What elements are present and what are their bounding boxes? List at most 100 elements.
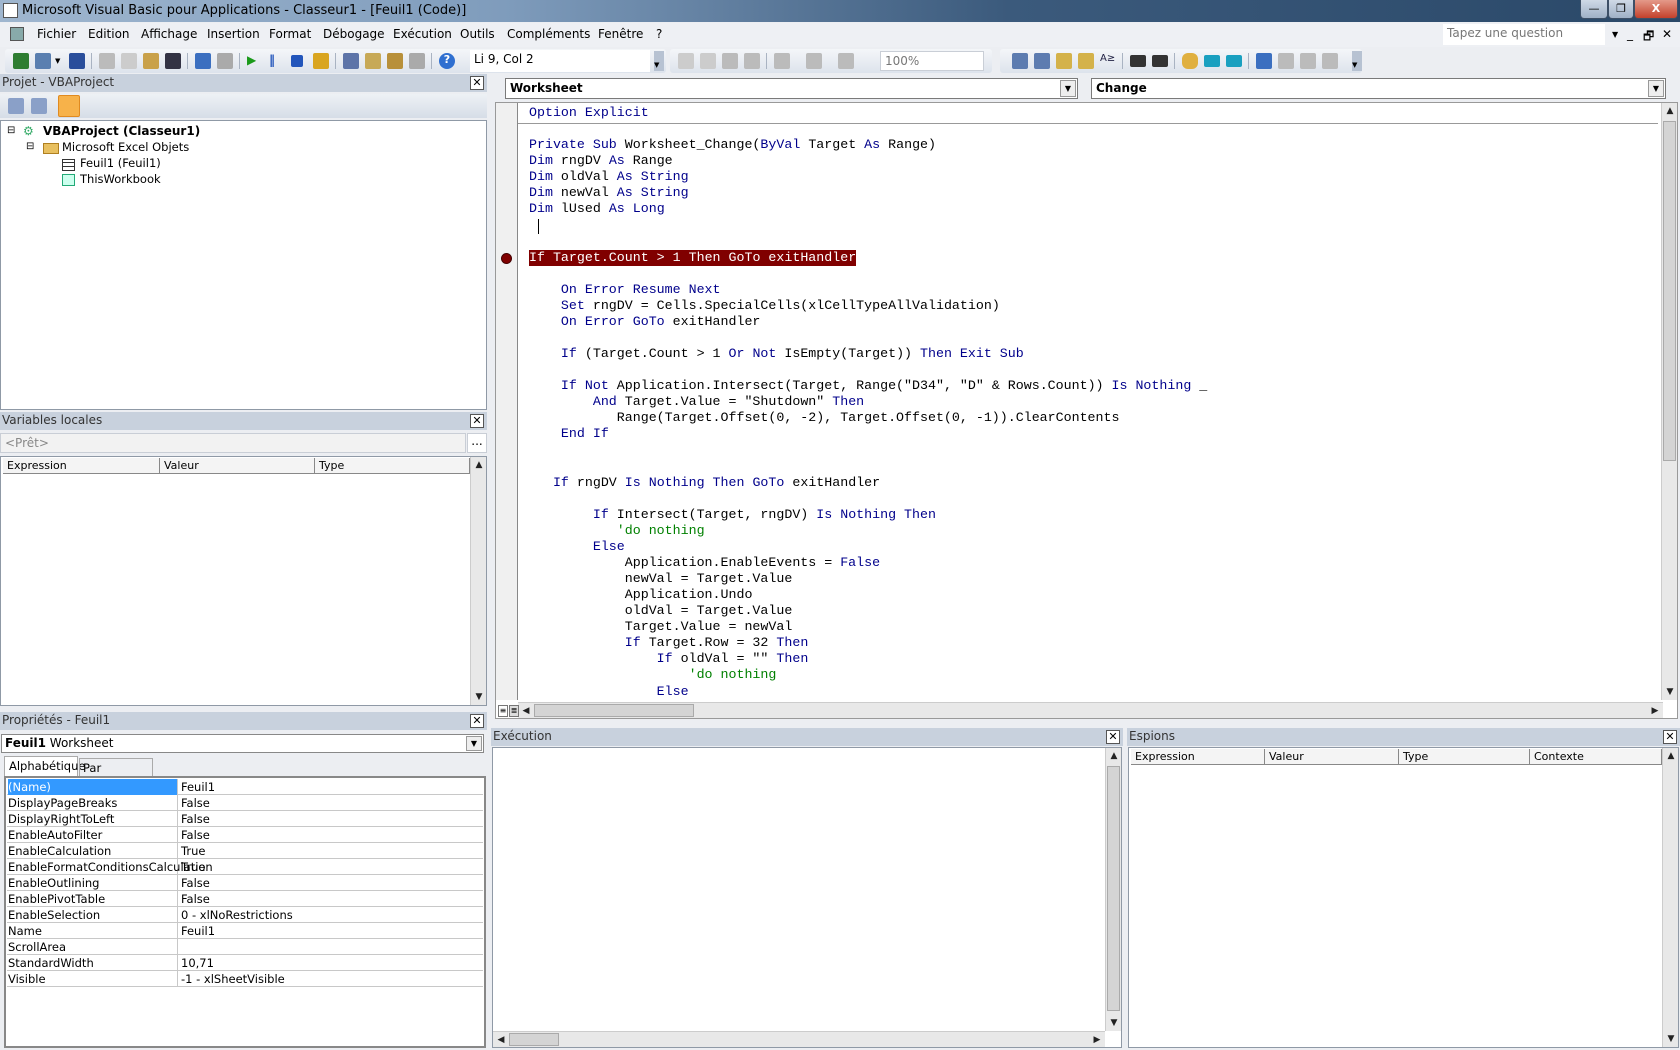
property-row[interactable]: EnableFormatConditionsCalculation True [7,859,483,875]
redo-icon[interactable] [217,53,233,69]
code-line[interactable]: If Not Application.Intersect(Target, Ran… [529,378,1207,394]
scroll-up-icon[interactable]: ▲ [1662,103,1678,119]
code-line[interactable]: Dim rngDV As Range [529,153,673,169]
tree-node-vbaproject[interactable]: VBAProject (Classeur1) [43,124,200,138]
hand-toggle-breakpoint-icon[interactable] [1182,53,1198,69]
chevron-down-icon[interactable]: ▼ [1060,80,1076,97]
menu-debogage[interactable]: Débogage [323,27,385,41]
project-close-button[interactable]: ✕ [470,76,484,90]
object-browser-icon[interactable] [387,53,403,69]
minimize-button[interactable]: — [1580,0,1608,19]
previous-bookmark-icon[interactable] [1300,53,1316,69]
code-line[interactable]: If rngDV Is Nothing Then GoTo exitHandle… [529,475,880,491]
object-selector[interactable]: Feuil1 Worksheet ▼ [1,734,484,753]
menu-outils[interactable]: Outils [460,27,495,41]
ungroup-icon[interactable] [744,53,760,69]
dropdown-arrow-icon[interactable]: ▼ [55,57,62,73]
reset-icon[interactable] [291,55,303,67]
property-row[interactable]: EnableOutlining False [7,875,483,891]
code-line[interactable]: Dim oldVal As String [529,169,689,185]
clear-bookmarks-icon[interactable] [1322,53,1338,69]
watches-col-contexte[interactable]: Contexte [1530,749,1662,765]
copy-icon[interactable] [121,53,137,69]
bring-to-front-icon[interactable] [678,53,694,69]
tab-alphabetique[interactable]: Alphabétique [4,756,85,776]
code-line[interactable]: On Error GoTo exitHandler [529,314,761,330]
property-row[interactable]: DisplayPageBreaks False [7,795,483,811]
chevron-down-icon[interactable]: ▼ [466,736,482,751]
send-to-back-icon[interactable] [700,53,716,69]
scroll-down-icon[interactable]: ▼ [1662,684,1678,700]
project-explorer-icon[interactable] [343,53,359,69]
menu-insertion[interactable]: Insertion [207,27,260,41]
code-line[interactable]: If Intersect(Target, rngDV) Is Nothing T… [529,507,936,523]
watches-col-expression[interactable]: Expression [1131,749,1265,765]
code-vertical-scrollbar[interactable]: ▲ ▼ [1661,103,1677,700]
immediate-close-button[interactable]: ✕ [1106,730,1120,744]
toolbar-options-icon[interactable]: ▼ [1352,51,1362,71]
locals-close-button[interactable]: ✕ [470,414,484,428]
menu-format[interactable]: Format [269,27,311,41]
code-line[interactable]: Dim newVal As String [529,185,689,201]
run-icon[interactable]: ▶ [247,53,263,69]
code-line[interactable]: End If [529,426,609,442]
close-button[interactable]: X [1634,0,1678,19]
menu-fichier[interactable]: Fichier [37,27,76,41]
scroll-thumb[interactable] [509,1033,559,1046]
immediate-window[interactable]: ▲ ▼ ◀ ▶ [492,747,1122,1048]
locals-col-valeur[interactable]: Valeur [160,458,315,474]
code-line[interactable]: Set rngDV = Cells.SpecialCells(xlCellTyp… [529,298,1000,314]
property-value[interactable]: Feuil1 [181,924,215,938]
menu-edition[interactable]: Edition [88,27,130,41]
tree-node-excel-objects[interactable]: Microsoft Excel Objets [62,140,189,154]
code-line[interactable]: If (Target.Count > 1 Or Not IsEmpty(Targ… [529,346,1024,362]
object-combo[interactable]: Worksheet ▼ [505,78,1078,99]
property-value[interactable]: True [181,844,205,858]
property-value[interactable]: False [181,796,210,810]
code-line[interactable]: If Target.Row = 32 Then [529,635,809,651]
locals-scrollbar[interactable]: ▲ ▼ [470,457,486,705]
scroll-right-icon[interactable]: ▶ [1647,703,1663,719]
property-value[interactable]: True [181,860,205,874]
code-line[interactable]: oldVal = Target.Value [529,603,793,619]
property-row[interactable]: (Name) Feuil1 [7,779,483,795]
tree-node-feuil1[interactable]: Feuil1 (Feuil1) [80,156,161,170]
cut-icon[interactable] [99,53,115,69]
question-input[interactable]: Tapez une question [1443,24,1605,45]
scroll-left-icon[interactable]: ◀ [518,703,534,719]
property-row[interactable]: StandardWidth 10,71 [7,955,483,971]
scroll-up-icon[interactable]: ▲ [471,457,487,473]
group-icon[interactable] [722,53,738,69]
locals-col-expression[interactable]: Expression [3,458,160,474]
property-row[interactable]: EnableAutoFilter False [7,827,483,843]
property-value[interactable]: False [181,828,210,842]
scroll-down-icon[interactable]: ▼ [1663,1031,1679,1047]
property-row[interactable]: ScrollArea [7,939,483,955]
center-icon[interactable] [806,53,822,69]
toggle-folders-icon[interactable] [58,95,80,117]
list-constants-icon[interactable] [1034,53,1050,69]
next-bookmark-icon[interactable] [1278,53,1294,69]
list-properties-icon[interactable] [1012,53,1028,69]
property-row[interactable]: EnablePivotTable False [7,891,483,907]
menu-affichage[interactable]: Affichage [141,27,197,41]
make-same-size-icon[interactable] [838,53,854,69]
code-line[interactable]: On Error Resume Next [529,282,721,298]
scroll-thumb[interactable] [1663,121,1676,461]
immediate-vertical-scrollbar[interactable]: ▲ ▼ [1105,748,1121,1031]
code-line[interactable]: newVal = Target.Value [529,571,793,587]
code-line[interactable]: 'do nothing [529,523,705,539]
paste-icon[interactable] [143,53,159,69]
restore-button[interactable]: ❐ [1608,0,1634,19]
procedure-view-button[interactable]: ≡ [498,705,508,717]
toggle-bookmark-icon[interactable] [1256,53,1272,69]
tab-par-categorie[interactable]: Par catégorie [79,758,153,789]
zoom-combo[interactable]: 100% [880,51,984,71]
code-line[interactable]: Target.Value = newVal [529,619,793,635]
watches-close-button[interactable]: ✕ [1663,730,1677,744]
tree-collapse-icon[interactable]: ⊟ [7,125,15,136]
code-line[interactable]: Private Sub Worksheet_Change(ByVal Targe… [529,137,936,153]
code-line[interactable]: Else [529,684,689,700]
code-line[interactable]: Dim lUsed As Long [529,201,665,217]
property-value[interactable]: False [181,876,210,890]
